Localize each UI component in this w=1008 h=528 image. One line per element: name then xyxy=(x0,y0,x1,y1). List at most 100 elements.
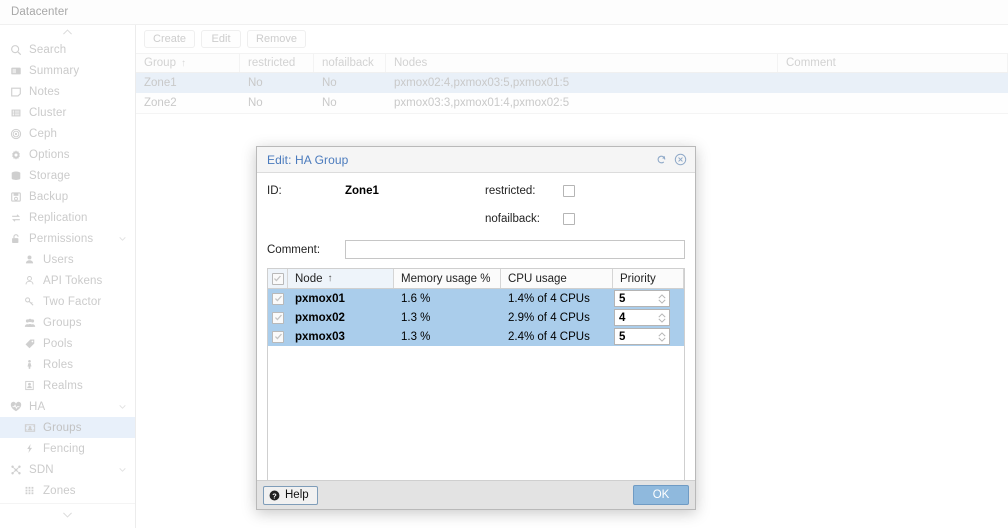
replication-icon xyxy=(8,211,23,224)
sidebar-collapse-down-button[interactable] xyxy=(0,503,135,525)
dialog-title-bar[interactable]: Edit: HA Group xyxy=(257,147,695,173)
sidebar-item-notes[interactable]: Notes xyxy=(0,81,135,102)
sidebar-item-label: SDN xyxy=(29,464,54,476)
sidebar-item-storage[interactable]: Storage xyxy=(0,165,135,186)
chevron-up-icon xyxy=(61,26,74,39)
stepper-arrows[interactable] xyxy=(658,332,666,342)
sidebar-collapse-up-button[interactable] xyxy=(0,25,135,39)
sidebar-item-groups[interactable]: Groups xyxy=(0,312,135,333)
help-button[interactable]: ? Help xyxy=(263,486,318,505)
sidebar-item-sdn[interactable]: SDN xyxy=(0,459,135,480)
node-row-checkbox[interactable] xyxy=(268,327,288,346)
table-row[interactable]: Zone1NoNopxmox02:4,pxmox03:5,pxmox01:5 xyxy=(136,73,1008,93)
node-row[interactable]: pxmox031.3 %2.4% of 4 CPUs5 xyxy=(268,327,684,346)
node-column-header-priority-label: Priority xyxy=(620,273,656,285)
sidebar-item-options[interactable]: Options xyxy=(0,144,135,165)
node-column-header-cpu[interactable]: CPU usage xyxy=(501,269,613,288)
ha-heart-icon xyxy=(8,400,23,413)
column-header-comment-label: Comment xyxy=(786,57,836,69)
sidebar-item-api-tokens[interactable]: API Tokens xyxy=(0,270,135,291)
sidebar-item-label: Notes xyxy=(29,86,60,98)
column-header-restricted-label: restricted xyxy=(248,57,295,69)
cell-nofailback: No xyxy=(314,73,386,93)
node-row[interactable]: pxmox021.3 %2.9% of 4 CPUs4 xyxy=(268,308,684,327)
svg-text:?: ? xyxy=(272,491,277,500)
ha-groups-icon xyxy=(22,421,37,434)
priority-stepper[interactable]: 5 xyxy=(614,290,670,307)
sidebar-item-search[interactable]: Search xyxy=(0,39,135,60)
column-header-nodes-label: Nodes xyxy=(394,57,427,69)
sidebar-item-realms[interactable]: Realms xyxy=(0,375,135,396)
sidebar-item-replication[interactable]: Replication xyxy=(0,207,135,228)
chevron-down-icon[interactable] xyxy=(118,463,127,477)
node-row[interactable]: pxmox011.6 %1.4% of 4 CPUs5 xyxy=(268,289,684,308)
grid-toolbar: Create Edit Remove xyxy=(136,25,1008,53)
sidebar-item-cluster[interactable]: Cluster xyxy=(0,102,135,123)
column-header-group[interactable]: Group ↑ xyxy=(136,54,240,72)
chevron-down-icon[interactable] xyxy=(118,400,127,414)
cell-memory-usage: 1.6 % xyxy=(394,289,501,308)
sidebar-item-users[interactable]: Users xyxy=(0,249,135,270)
nofailback-row: nofailback: xyxy=(267,211,685,228)
two-factor-icon xyxy=(22,295,37,308)
breadcrumb-label[interactable]: Datacenter xyxy=(11,6,68,18)
comment-input[interactable] xyxy=(345,240,685,259)
column-header-nofailback[interactable]: nofailback xyxy=(314,54,386,72)
sidebar-item-label: Groups xyxy=(43,422,82,434)
priority-stepper[interactable]: 5 xyxy=(614,328,670,345)
sidebar-item-label: Realms xyxy=(43,380,83,392)
stepper-arrows[interactable] xyxy=(658,294,666,304)
reset-arrow-icon[interactable] xyxy=(655,153,668,166)
stepper-arrows[interactable] xyxy=(658,313,666,323)
close-circle-icon[interactable] xyxy=(674,153,687,166)
ok-button[interactable]: OK xyxy=(633,485,689,505)
cell-group: Zone2 xyxy=(136,93,240,113)
node-grid-empty-area xyxy=(268,346,684,486)
nofailback-checkbox[interactable] xyxy=(563,211,575,228)
cell-nodes: pxmox03:3,pxmox01:4,pxmox02:5 xyxy=(386,93,778,113)
node-grid-select-all-checkbox[interactable] xyxy=(268,269,288,288)
column-header-restricted[interactable]: restricted xyxy=(240,54,314,72)
node-column-header-node[interactable]: Node ↑ xyxy=(288,269,394,288)
sidebar-item-label: Ceph xyxy=(29,128,57,140)
cell-cpu-usage: 2.9% of 4 CPUs xyxy=(501,308,613,327)
nofailback-label: nofailback: xyxy=(485,211,563,225)
edit-button[interactable]: Edit xyxy=(201,30,241,48)
chevron-down-icon[interactable] xyxy=(118,232,127,246)
sidebar-item-label: Replication xyxy=(29,212,88,224)
node-column-header-node-label: Node xyxy=(295,273,323,285)
sidebar-item-fencing[interactable]: Fencing xyxy=(0,438,135,459)
table-row[interactable]: Zone2NoNopxmox03:3,pxmox01:4,pxmox02:5 xyxy=(136,93,1008,113)
grid-header-row: Group ↑ restricted nofailback Nodes Comm… xyxy=(136,53,1008,73)
column-header-nodes[interactable]: Nodes xyxy=(386,54,778,72)
sidebar-item-label: Roles xyxy=(43,359,73,371)
sidebar-item-groups[interactable]: Groups xyxy=(0,417,135,438)
sidebar-item-label: Groups xyxy=(43,317,82,329)
create-button[interactable]: Create xyxy=(144,30,195,48)
sidebar-item-zones[interactable]: Zones xyxy=(0,480,135,501)
column-header-comment[interactable]: Comment xyxy=(778,54,1008,72)
node-column-header-priority[interactable]: Priority xyxy=(613,269,684,288)
storage-icon xyxy=(8,169,23,182)
sidebar-item-summary[interactable]: Summary xyxy=(0,60,135,81)
sidebar-item-ha[interactable]: HA xyxy=(0,396,135,417)
sidebar-item-backup[interactable]: Backup xyxy=(0,186,135,207)
checkbox-checked-icon xyxy=(272,293,284,305)
node-column-header-memory[interactable]: Memory usage % xyxy=(394,269,501,288)
sdn-icon xyxy=(8,463,23,476)
remove-button[interactable]: Remove xyxy=(247,30,306,48)
form-spacer xyxy=(267,200,685,211)
node-row-checkbox[interactable] xyxy=(268,308,288,327)
checkbox-checked-icon xyxy=(272,273,284,285)
node-row-checkbox[interactable] xyxy=(268,289,288,308)
restricted-checkbox[interactable] xyxy=(563,183,575,200)
sidebar-item-roles[interactable]: Roles xyxy=(0,354,135,375)
pools-icon xyxy=(22,337,37,350)
sidebar-item-pools[interactable]: Pools xyxy=(0,333,135,354)
priority-stepper[interactable]: 4 xyxy=(614,309,670,326)
ceph-icon xyxy=(8,127,23,140)
column-header-nofailback-label: nofailback xyxy=(322,57,374,69)
sidebar-item-two-factor[interactable]: Two Factor xyxy=(0,291,135,312)
sidebar-item-permissions[interactable]: Permissions xyxy=(0,228,135,249)
sidebar-item-ceph[interactable]: Ceph xyxy=(0,123,135,144)
